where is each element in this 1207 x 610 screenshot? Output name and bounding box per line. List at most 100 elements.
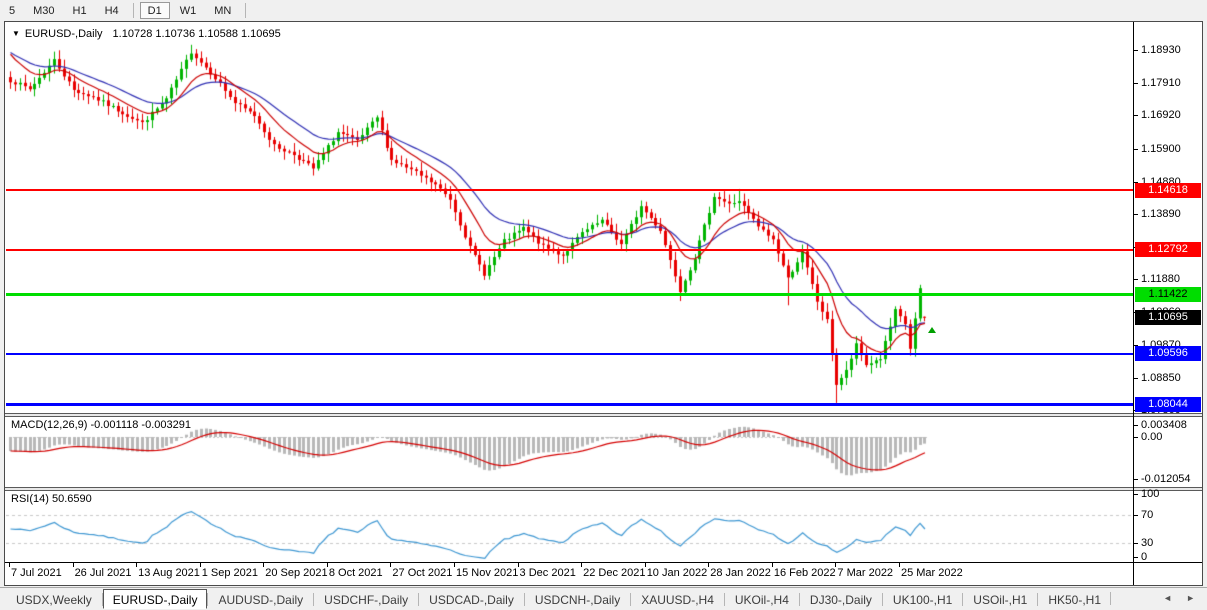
price-level-badge: 1.08044	[1135, 396, 1201, 412]
toolbar-separator	[132, 3, 134, 18]
price-axis-tick	[1133, 148, 1138, 150]
horizontal-level-line[interactable]	[6, 189, 1133, 192]
date-axis-tick	[390, 563, 392, 567]
horizontal-level-line[interactable]	[6, 292, 1133, 296]
date-axis-tick	[136, 563, 138, 567]
date-axis-tick	[72, 563, 74, 567]
chart-ohlc-values: 1.10728 1.10736 1.10588 1.10695	[112, 28, 281, 40]
tab-xauusd-h4[interactable]: XAUUSD-,H4	[631, 589, 724, 609]
tab-hk50-h1[interactable]: HK50-,H1	[1038, 589, 1111, 609]
macd-axis-tick	[1133, 479, 1138, 481]
timeframe-button-h4[interactable]: H4	[97, 2, 127, 19]
rsi-axis-label: 30	[1141, 537, 1154, 549]
rsi-axis-label: 70	[1141, 509, 1154, 521]
toolbar-separator	[245, 3, 247, 18]
rsi-axis-tick	[1133, 557, 1138, 558]
rsi-indicator-label: RSI(14) 50.6590	[11, 493, 92, 505]
price-axis-label: 1.15900	[1141, 142, 1181, 155]
timeframe-button-5[interactable]: 5	[1, 2, 23, 19]
scroll-left-icon[interactable]: ◄	[1163, 593, 1172, 603]
tab-usoil-h1[interactable]: USOil-,H1	[963, 589, 1037, 609]
date-axis-tick	[771, 563, 773, 567]
timeframe-button-w1[interactable]: W1	[172, 2, 205, 19]
date-axis-tick	[835, 563, 837, 567]
date-axis-tick	[644, 563, 646, 567]
macd-axis-tick	[1133, 437, 1138, 438]
chart-symbol: EURUSD-,Daily	[24, 28, 103, 40]
chart-tab-bar: USDX,Weekly EURUSD-,Daily AUDUSD-,Daily USD…	[0, 587, 1207, 610]
chart-title: ▼ EURUSD-,Daily 1.10728 1.10736 1.10588 1.…	[12, 28, 281, 40]
horizontal-level-line[interactable]	[6, 248, 1133, 251]
price-axis-label: 1.11880	[1141, 273, 1180, 286]
date-axis-label: 16 Feb 2022	[773, 567, 836, 579]
macd-axis-tick	[1133, 425, 1138, 427]
timeframe-button-h1[interactable]: H1	[65, 2, 95, 19]
price-axis-label: 1.08850	[1141, 371, 1181, 384]
date-axis-tick	[581, 563, 583, 567]
tabbar-divider	[1110, 592, 1111, 605]
date-axis-label: 27 Oct 2021	[392, 567, 453, 579]
rsi-axis-label: 0	[1141, 551, 1148, 563]
price-axis-tick	[1133, 50, 1138, 51]
date-axis-tick	[898, 563, 900, 567]
price-axis-label: 1.18930	[1141, 44, 1181, 56]
macd-axis-label: 0.003408	[1141, 419, 1187, 432]
tab-eurusd-daily[interactable]: EURUSD-,Daily	[102, 589, 208, 609]
price-axis-label: 1.13890	[1141, 207, 1181, 220]
timeframe-button-d1[interactable]: D1	[139, 2, 170, 19]
scroll-right-icon[interactable]: ►	[1186, 593, 1195, 603]
buy-arrow-icon	[928, 326, 937, 333]
date-axis-tick	[326, 563, 328, 567]
timeframe-button-mn[interactable]: MN	[206, 2, 239, 19]
tab-usdx-weekly[interactable]: USDX,Weekly	[6, 589, 102, 609]
tab-ukoil-h4[interactable]: UKOil-,H4	[725, 589, 799, 609]
macd-indicator-label: MACD(12,26,9) -0.001118 -0.003291	[11, 419, 191, 431]
macd-axis-label: -0.012054	[1141, 473, 1191, 486]
date-axis-tick	[517, 563, 519, 567]
price-axis-tick	[1133, 377, 1138, 379]
date-axis-label: 13 Aug 2021	[138, 567, 200, 579]
tab-usdchf-daily[interactable]: USDCHF-,Daily	[314, 589, 418, 609]
timeframe-button-m30[interactable]: M30	[25, 2, 62, 19]
chevron-down-icon[interactable]: ▼	[12, 29, 20, 38]
date-axis-label: 8 Oct 2021	[328, 567, 383, 579]
date-axis-tick	[263, 563, 265, 567]
date-axis-tick	[453, 563, 455, 567]
date-axis-label: 10 Jan 2022	[646, 567, 708, 579]
date-axis-label: 25 Mar 2022	[900, 567, 963, 579]
tab-dj30-daily[interactable]: DJ30-,Daily	[800, 589, 882, 609]
tab-usdcnh-daily[interactable]: USDCNH-,Daily	[525, 589, 630, 609]
tab-usdcad-daily[interactable]: USDCAD-,Daily	[419, 589, 524, 609]
tab-scroll-arrows: ◄ ►	[1157, 588, 1201, 608]
price-axis-tick	[1133, 279, 1138, 281]
date-axis-tick	[708, 563, 710, 567]
rsi-axis-tick	[1133, 543, 1138, 544]
date-axis-label: 7 Mar 2022	[837, 567, 894, 579]
macd-axis-label: 0.00	[1141, 431, 1163, 443]
rsi-axis-tick	[1133, 515, 1138, 516]
current-price-badge: 1.10695	[1135, 310, 1201, 326]
horizontal-level-line[interactable]	[6, 352, 1133, 355]
price-axis-tick	[1133, 115, 1138, 117]
price-axis-tick	[1133, 83, 1138, 85]
date-axis-tick	[9, 563, 10, 567]
date-axis-label: 22 Dec 2021	[583, 567, 646, 579]
price-axis-label: 1.17910	[1141, 77, 1181, 90]
rsi-axis-label: 100	[1141, 488, 1160, 500]
price-axis-tick	[1133, 213, 1138, 215]
horizontal-level-line[interactable]	[6, 402, 1133, 406]
tab-uk100-h1[interactable]: UK100-,H1	[883, 589, 962, 609]
price-level-badge: 1.11422	[1135, 286, 1201, 302]
timeframe-toolbar: 5 M30 H1 H4 D1 W1 MN	[0, 0, 1207, 20]
date-axis-tick	[199, 563, 201, 567]
trading-app-window: 5 M30 H1 H4 D1 W1 MN ▼ EURUSD-,Daily 1.10728 1.1…	[0, 0, 1207, 610]
price-level-badge: 1.14618	[1135, 182, 1201, 198]
date-axis-label: 26 Jul 2021	[74, 567, 132, 579]
rsi-axis-tick	[1133, 494, 1138, 495]
price-level-badge: 1.09596	[1135, 346, 1201, 362]
price-level-badge: 1.12792	[1135, 242, 1201, 258]
date-axis-label: 15 Nov 2021	[455, 567, 519, 579]
date-axis-label: 1 Sep 2021	[201, 567, 258, 579]
rsi-canvas[interactable]	[6, 491, 1133, 562]
tab-audusd-daily[interactable]: AUDUSD-,Daily	[208, 589, 313, 609]
